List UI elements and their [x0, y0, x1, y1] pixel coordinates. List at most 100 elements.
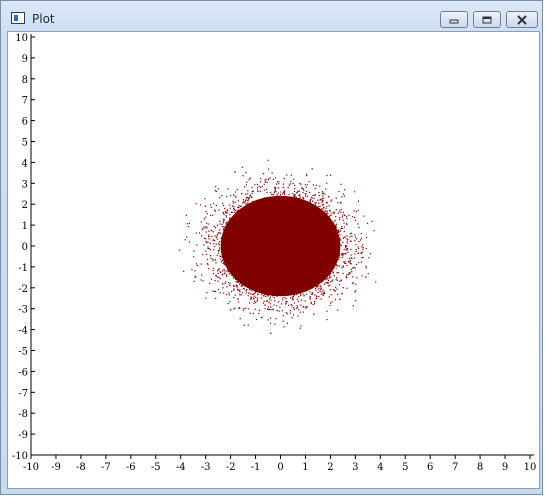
- scatter-point: [198, 232, 201, 234]
- scatter-point: [242, 228, 244, 231]
- scatter-point: [259, 190, 261, 192]
- scatter-point: [323, 221, 325, 224]
- maximize-button[interactable]: [473, 11, 501, 28]
- scatter-point: [250, 293, 252, 295]
- scatter-point: [321, 249, 323, 251]
- scatter-point: [300, 223, 303, 226]
- scatter-point: [314, 288, 317, 290]
- scatter-point: [261, 233, 263, 236]
- scatter-point: [260, 211, 262, 213]
- scatter-point: [239, 279, 241, 281]
- scatter-point: [256, 272, 258, 274]
- scatter-point: [302, 220, 304, 222]
- scatter-point: [289, 207, 292, 209]
- scatter-point: [321, 251, 323, 253]
- scatter-point: [336, 279, 339, 281]
- scatter-point: [245, 184, 247, 186]
- scatter-point: [286, 263, 288, 265]
- scatter-point: [349, 272, 351, 274]
- scatter-point: [308, 235, 310, 237]
- scatter-point: [248, 308, 250, 310]
- scatter-point: [307, 258, 309, 260]
- scatter-point: [358, 261, 360, 264]
- scatter-point: [307, 207, 309, 210]
- scatter-point: [269, 317, 272, 319]
- scatter-point: [287, 233, 289, 235]
- close-button[interactable]: [506, 11, 538, 28]
- scatter-point: [284, 288, 287, 290]
- scatter-point: [245, 258, 248, 260]
- scatter-point: [292, 193, 294, 195]
- scatter-point: [322, 211, 324, 213]
- scatter-point: [281, 287, 283, 289]
- scatter-point: [243, 251, 245, 254]
- scatter-point: [303, 202, 305, 204]
- scatter-point: [279, 218, 282, 220]
- scatter-point: [357, 246, 359, 248]
- scatter-point: [289, 280, 291, 282]
- scatter-point: [336, 293, 339, 295]
- scatter-point: [240, 228, 242, 230]
- scatter-point: [245, 257, 247, 259]
- scatter-point: [317, 238, 319, 240]
- scatter-point: [340, 227, 342, 230]
- app-icon[interactable]: [11, 12, 25, 24]
- scatter-point: [307, 243, 310, 246]
- scatter-point: [330, 219, 332, 222]
- scatter-point: [242, 273, 244, 276]
- scatter-point: [323, 251, 326, 253]
- scatter-point: [348, 257, 350, 260]
- scatter-point: [283, 272, 285, 274]
- title-bar[interactable]: Plot: [1, 1, 542, 31]
- scatter-point: [240, 213, 242, 215]
- scatter-point: [329, 232, 331, 234]
- minimize-button[interactable]: [440, 11, 468, 28]
- scatter-point: [209, 255, 212, 257]
- scatter-point: [320, 293, 322, 295]
- scatter-point: [329, 284, 331, 286]
- scatter-point: [310, 244, 312, 246]
- scatter-point: [241, 284, 243, 286]
- scatter-point: [240, 282, 242, 284]
- scatter-point: [233, 254, 236, 256]
- scatter-point: [277, 285, 279, 288]
- scatter-point: [288, 248, 291, 251]
- scatter-point: [215, 290, 217, 293]
- scatter-point: [273, 231, 275, 234]
- scatter-point: [205, 253, 208, 255]
- scatter-point: [267, 282, 269, 285]
- scatter-point: [304, 265, 307, 268]
- scatter-point: [261, 247, 263, 249]
- scatter-point: [276, 288, 278, 290]
- scatter-point: [291, 254, 293, 256]
- scatter-point: [265, 207, 267, 209]
- scatter-point: [273, 191, 275, 194]
- scatter-point: [236, 254, 238, 256]
- scatter-point: [228, 292, 230, 294]
- scatter-point: [287, 264, 289, 266]
- scatter-point: [248, 237, 250, 239]
- scatter-point: [307, 230, 310, 232]
- scatter-point: [206, 258, 209, 260]
- scatter-point: [286, 279, 288, 281]
- scatter-point: [333, 221, 335, 223]
- scatter-point: [304, 239, 306, 241]
- scatter-point: [237, 264, 239, 267]
- scatter-point: [355, 290, 357, 292]
- scatter-point: [267, 306, 269, 308]
- scatter-point: [269, 275, 271, 277]
- scatter-point: [310, 258, 312, 260]
- scatter-point: [195, 203, 197, 205]
- scatter-point: [278, 266, 280, 269]
- scatter-point: [309, 202, 312, 204]
- scatter-point: [266, 203, 268, 205]
- scatter-point: [259, 186, 262, 188]
- scatter-point: [330, 241, 332, 243]
- scatter-point: [295, 244, 297, 246]
- scatter-point: [239, 266, 241, 268]
- scatter-point: [288, 224, 290, 226]
- scatter-point: [334, 240, 336, 243]
- scatter-point: [240, 294, 242, 296]
- scatter-point: [314, 258, 316, 260]
- scatter-point: [219, 278, 221, 280]
